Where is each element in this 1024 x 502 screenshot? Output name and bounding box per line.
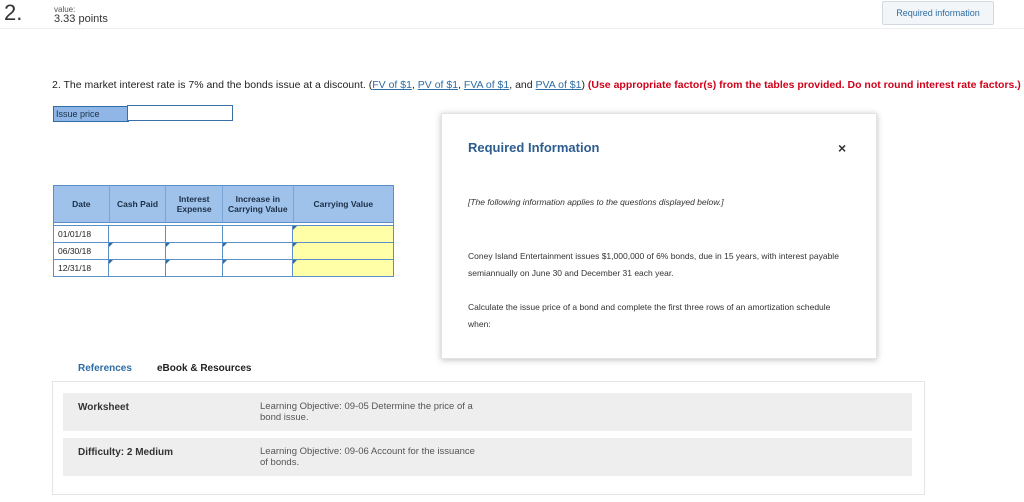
points-value: 3.33 points [54,13,108,25]
increase-carrying-cell[interactable] [222,243,294,259]
learning-objective: Learning Objective: 09-06 Account for th… [260,446,475,468]
list-item: Worksheet Learning Objective: 09-05 Dete… [63,393,912,431]
input-marker-icon [165,243,170,247]
amortization-table: Date Cash Paid Interest Expense Increase… [53,185,394,277]
question-text: 2. The market interest rate is 7% and th… [52,79,1021,91]
interest-expense-cell[interactable] [165,243,223,259]
cash-paid-cell[interactable] [108,243,166,259]
table-header: Date Cash Paid Interest Expense Increase… [54,186,393,223]
pv-of-1-link[interactable]: PV of $1 [418,79,458,91]
header-carrying-value: Carrying Value [313,199,374,209]
input-marker-icon [293,260,298,264]
header-interest-expense: Interest Expense [166,186,224,222]
fva-of-1-link[interactable]: FVA of $1 [464,79,509,91]
list-item: Difficulty: 2 Medium Learning Objective:… [63,438,912,476]
table-row: 06/30/18 [54,242,393,259]
input-marker-icon [165,260,170,264]
tab-ebook-resources[interactable]: eBook & Resources [157,363,251,374]
carrying-value-cell[interactable] [293,243,393,259]
popup-title: Required Information [468,140,600,155]
row-date: 06/30/18 [54,243,109,259]
header-date: Date [54,186,110,222]
header-divider [0,28,1024,29]
row-date: 01/01/18 [54,226,109,242]
carrying-value-cell[interactable] [293,260,393,276]
header-cash-paid: Cash Paid [110,186,167,222]
table-row: 12/31/18 [54,259,393,276]
question-number: 2. [4,0,23,25]
question-prompt: 2. The market interest rate is 7% and th… [52,79,373,91]
close-icon[interactable]: × [838,140,846,156]
issue-price-label: Issue price [53,106,129,122]
increase-carrying-cell[interactable] [222,226,294,242]
pva-of-1-link[interactable]: PVA of $1 [536,79,582,91]
reference-title: Difficulty: 2 Medium [78,447,174,458]
cash-paid-cell[interactable] [108,260,166,276]
row-date: 12/31/18 [54,260,109,276]
interest-expense-cell[interactable] [165,226,223,242]
carrying-value-cell[interactable] [293,226,393,242]
fv-of-1-link[interactable]: FV of $1 [372,79,412,91]
input-marker-icon [293,226,298,230]
learning-objective: Learning Objective: 09-05 Determine the … [260,401,473,423]
link-separator-and: , and [509,79,536,91]
cash-paid-cell[interactable] [108,226,166,242]
issue-price-input[interactable] [127,105,233,121]
increase-carrying-cell[interactable] [222,260,294,276]
header-increase-carrying: Increase in Carrying Value [223,186,294,222]
popup-task-text: Calculate the issue price of a bond and … [468,302,831,329]
tab-references[interactable]: References [78,363,132,374]
input-marker-icon [108,260,113,264]
instruction-text: (Use appropriate factor(s) from the tabl… [587,79,1021,91]
required-information-popup: Required Information × [The following in… [441,113,877,359]
input-marker-icon [108,243,113,247]
popup-scenario-text: Coney Island Entertainment issues $1,000… [468,251,839,278]
input-marker-icon [222,243,227,247]
popup-note: [The following information applies to th… [468,197,724,207]
input-marker-icon [293,243,298,247]
table-row: 01/01/18 [54,225,393,242]
input-marker-icon [222,260,227,264]
required-information-button[interactable]: Required information [882,1,994,25]
interest-expense-cell[interactable] [165,260,223,276]
reference-title: Worksheet [78,402,129,413]
references-panel: Worksheet Learning Objective: 09-05 Dete… [52,381,925,495]
